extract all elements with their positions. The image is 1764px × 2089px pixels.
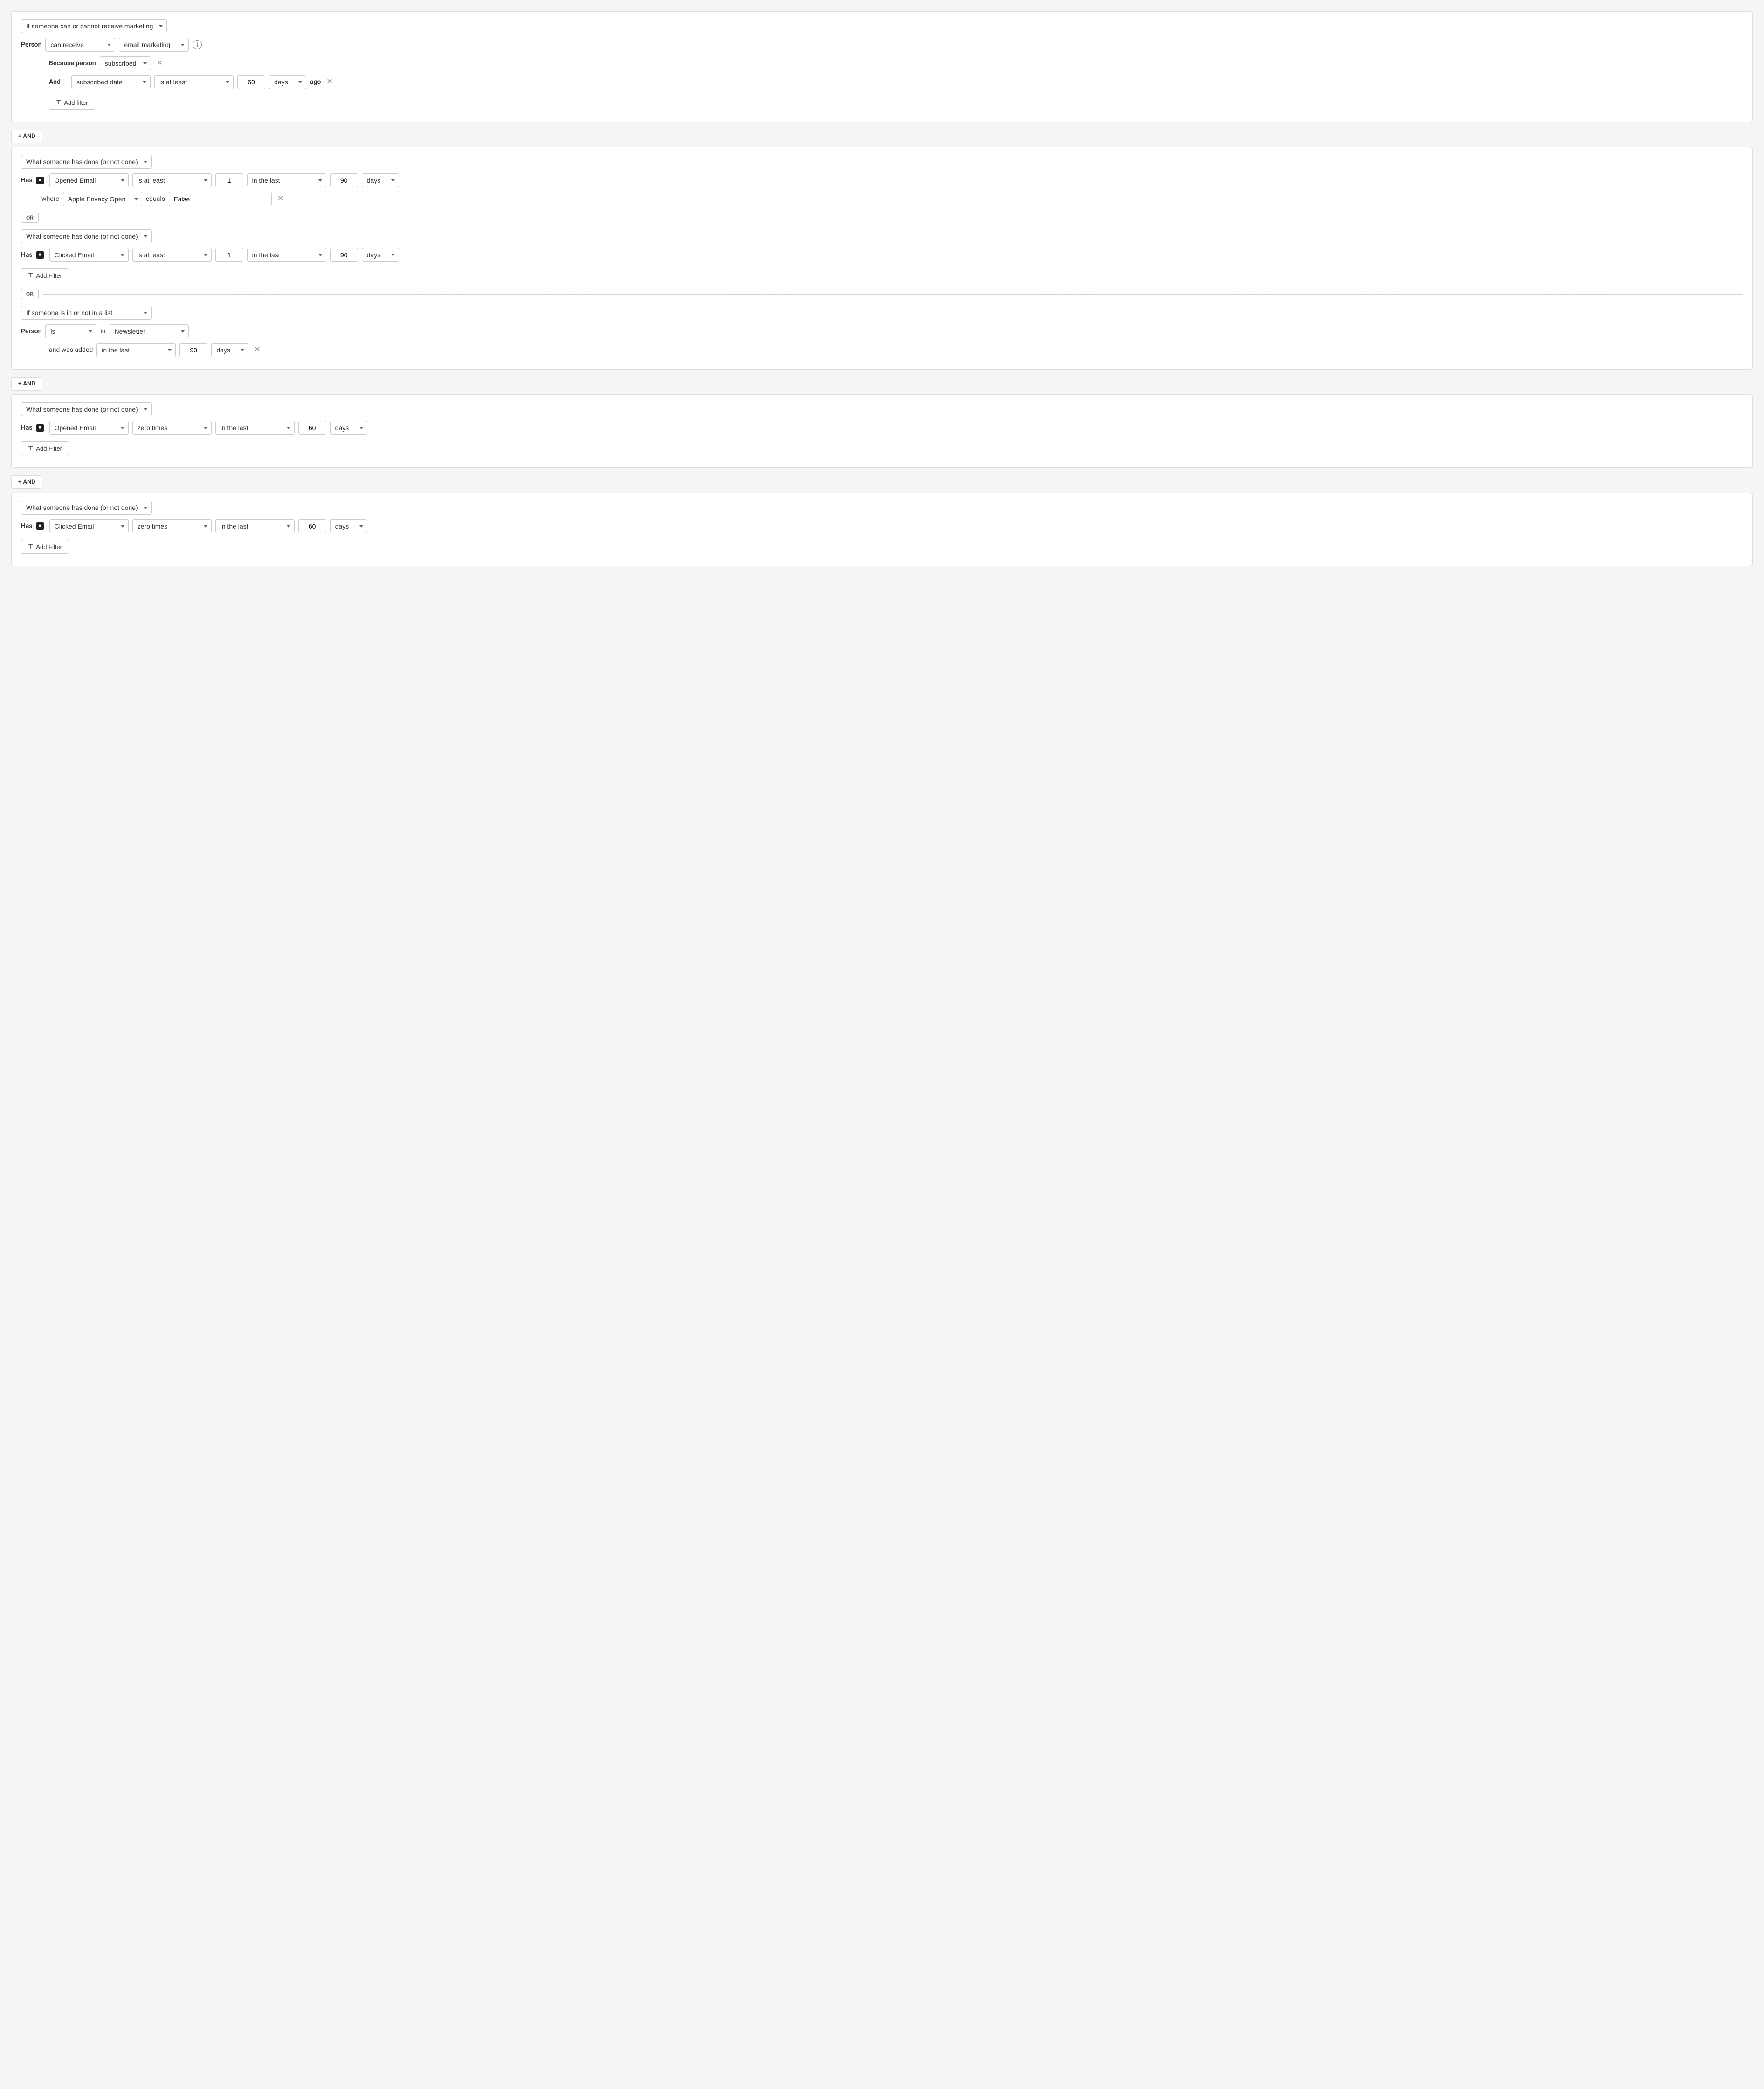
marketing-block: If someone can or cannot receive marketi… (11, 11, 1753, 122)
black-tag-4: ■ (36, 522, 44, 530)
person-label: Person (21, 41, 41, 48)
or-badge-1: OR (21, 213, 39, 223)
and-connector-2[interactable]: + AND (11, 377, 42, 391)
action-type-select-4[interactable]: What someone has done (or not done) (21, 501, 152, 515)
in-label: in (100, 328, 105, 335)
and-label: And (49, 78, 68, 86)
action-type-select-1[interactable]: What someone has done (or not done) (21, 155, 152, 169)
list-condition-select[interactable]: If someone is in or not in a list (21, 306, 152, 320)
is-at-least-select-2[interactable]: is at least (132, 248, 212, 262)
marketing-type-select[interactable]: email marketing (119, 38, 189, 52)
info-icon[interactable]: i (193, 40, 202, 49)
sub-block-list: If someone is in or not in a list Person… (21, 306, 1743, 357)
actions-block-3: What someone has done (or not done) Has … (11, 493, 1753, 566)
action-type-select-2[interactable]: What someone has done (or not done) (21, 229, 152, 243)
subscribed-select[interactable]: subscribed (100, 56, 151, 70)
is-at-least-select-1[interactable]: is at least (132, 173, 212, 187)
equals-value-input[interactable] (169, 192, 272, 206)
add-filter-button-4[interactable]: ⊤ Add Filter (21, 540, 69, 554)
actions-block-2: What someone has done (or not done) Has … (11, 394, 1753, 468)
sub-block-opened-email: What someone has done (or not done) Has … (21, 155, 1743, 206)
filter-icon: ⊤ (56, 99, 61, 106)
has-label-2: Has (21, 251, 33, 259)
opened-email-select-2[interactable]: Opened Email (49, 421, 129, 435)
zero-times-select-2[interactable]: zero times (132, 519, 212, 533)
days-unit-1[interactable]: days (362, 173, 399, 187)
remove-list-filter-button[interactable]: ✕ (252, 346, 262, 354)
add-filter-label-3: Add Filter (36, 445, 62, 452)
count-input-1[interactable] (215, 173, 243, 187)
in-the-last-select-5[interactable]: in the last (215, 519, 295, 533)
days-value-3[interactable] (179, 343, 207, 357)
has-label-3: Has (21, 424, 33, 432)
remove-where-button[interactable]: ✕ (276, 195, 285, 203)
in-the-last-select-2[interactable]: in the last (247, 248, 326, 262)
person-label-2: Person (21, 328, 41, 335)
days-value-1[interactable] (330, 173, 358, 187)
clicked-email-select[interactable]: Clicked Email (49, 248, 129, 262)
add-filter-button-3[interactable]: ⊤ Add Filter (21, 441, 69, 455)
add-filter-label-2: Add Filter (36, 272, 62, 279)
equals-label: equals (146, 195, 165, 203)
days-unit-2[interactable]: days (362, 248, 399, 262)
or-badge-2: OR (21, 289, 39, 299)
add-filter-label: Add filter (64, 99, 88, 106)
is-at-least-select[interactable]: is at least (154, 75, 234, 89)
and-connector-label-3: + AND (18, 479, 35, 486)
main-condition-select[interactable]: If someone can or cannot receive marketi… (21, 19, 167, 33)
because-label: Because person (49, 60, 96, 67)
filter-icon-3: ⊤ (28, 445, 33, 452)
filter-icon-2: ⊤ (28, 272, 33, 279)
days-value-input[interactable] (237, 75, 265, 89)
newsletter-select[interactable]: Newsletter (110, 324, 189, 338)
black-tag-3: ■ (36, 424, 44, 432)
count-input-2[interactable] (215, 248, 243, 262)
in-the-last-select-3[interactable]: in the last (96, 343, 176, 357)
in-the-last-select-4[interactable]: in the last (215, 421, 295, 435)
and-was-added-label: and was added (49, 346, 93, 354)
days-value-2[interactable] (330, 248, 358, 262)
and-connector-label-2: + AND (18, 380, 35, 387)
has-label-1: Has (21, 177, 33, 184)
apple-privacy-select[interactable]: Apple Privacy Open (63, 192, 142, 206)
is-select[interactable]: is (45, 324, 96, 338)
action-type-select-3[interactable]: What someone has done (or not done) (21, 402, 152, 416)
filter-icon-4: ⊤ (28, 543, 33, 550)
days-value-5[interactable] (298, 519, 326, 533)
black-tag-2: ■ (36, 251, 44, 259)
in-the-last-select-1[interactable]: in the last (247, 173, 326, 187)
or-divider-1: OR (21, 213, 1743, 223)
days-value-4[interactable] (298, 421, 326, 435)
opened-email-select[interactable]: Opened Email (49, 173, 129, 187)
actions-block-1: What someone has done (or not done) Has … (11, 147, 1753, 370)
days-unit-4[interactable]: days (330, 421, 367, 435)
ago-label: ago (310, 78, 321, 86)
has-label-4: Has (21, 522, 33, 530)
or-line-2 (43, 294, 1743, 295)
and-connector-label: + AND (18, 133, 35, 140)
and-connector-3[interactable]: + AND (11, 475, 42, 489)
black-tag-1: ■ (36, 177, 44, 184)
sub-block-clicked-email: What someone has done (or not done) Has … (21, 229, 1743, 282)
zero-times-select[interactable]: zero times (132, 421, 212, 435)
days-unit-5[interactable]: days (330, 519, 367, 533)
add-filter-button-2[interactable]: ⊤ Add Filter (21, 268, 69, 282)
days-unit-select[interactable]: days (269, 75, 306, 89)
can-receive-select[interactable]: can receive (45, 38, 115, 52)
and-connector-1[interactable]: + AND (11, 130, 42, 143)
add-filter-label-4: Add Filter (36, 543, 62, 550)
days-unit-3[interactable]: days (211, 343, 248, 357)
clicked-email-select-2[interactable]: Clicked Email (49, 519, 129, 533)
add-filter-button[interactable]: ⊤ Add filter (49, 96, 95, 110)
remove-and-filter-button[interactable]: ✕ (324, 78, 334, 86)
remove-because-button[interactable]: ✕ (155, 60, 165, 67)
or-divider-2: OR (21, 289, 1743, 299)
subscribed-date-select[interactable]: subscribed date (71, 75, 151, 89)
where-label: where (41, 195, 59, 203)
